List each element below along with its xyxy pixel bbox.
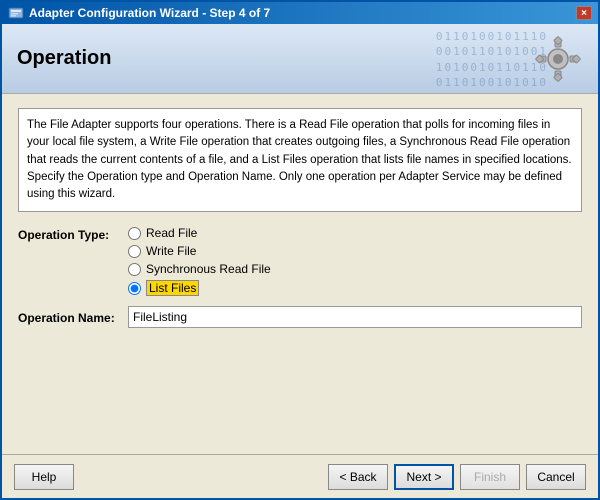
radio-read-file[interactable]: Read File: [128, 226, 271, 240]
cancel-button[interactable]: Cancel: [526, 464, 586, 490]
radio-group: Read File Write File Synchronous Read Fi…: [128, 226, 271, 296]
footer-right: < Back Next > Finish Cancel: [328, 464, 586, 490]
radio-sync-read-input[interactable]: [128, 263, 141, 276]
radio-read-file-label: Read File: [146, 226, 197, 240]
description-text: The File Adapter supports four operation…: [18, 108, 582, 212]
operation-name-row: Operation Name:: [18, 306, 582, 328]
title-bar-text: Adapter Configuration Wizard - Step 4 of…: [29, 6, 270, 20]
title-bar: Adapter Configuration Wizard - Step 4 of…: [2, 2, 598, 24]
radio-write-file-label: Write File: [146, 244, 196, 258]
page-title: Operation: [17, 47, 111, 70]
back-button[interactable]: < Back: [328, 464, 388, 490]
help-button[interactable]: Help: [14, 464, 74, 490]
footer-left: Help: [14, 464, 74, 490]
close-button[interactable]: ×: [576, 6, 592, 20]
gear-icon: [528, 29, 588, 89]
title-bar-left: Adapter Configuration Wizard - Step 4 of…: [8, 5, 270, 21]
footer: Help < Back Next > Finish Cancel: [2, 454, 598, 498]
next-button[interactable]: Next >: [394, 464, 454, 490]
radio-sync-read-label: Synchronous Read File: [146, 262, 271, 276]
wizard-window: Adapter Configuration Wizard - Step 4 of…: [0, 0, 600, 500]
operation-name-input[interactable]: [128, 306, 582, 328]
radio-list-files[interactable]: List Files: [128, 280, 271, 296]
operation-name-label: Operation Name:: [18, 309, 128, 325]
radio-read-file-input[interactable]: [128, 227, 141, 240]
content-area: The File Adapter supports four operation…: [2, 94, 598, 454]
operation-type-label: Operation Type:: [18, 226, 128, 242]
operation-type-row: Operation Type: Read File Write File Syn…: [18, 226, 582, 296]
radio-write-file[interactable]: Write File: [128, 244, 271, 258]
radio-list-files-input[interactable]: [128, 282, 141, 295]
radio-sync-read[interactable]: Synchronous Read File: [128, 262, 271, 276]
header-banner: Operation 0110100101110 0010110101001 10…: [2, 24, 598, 94]
radio-write-file-input[interactable]: [128, 245, 141, 258]
wizard-icon: [8, 5, 24, 21]
radio-list-files-label: List Files: [146, 280, 199, 296]
finish-button: Finish: [460, 464, 520, 490]
